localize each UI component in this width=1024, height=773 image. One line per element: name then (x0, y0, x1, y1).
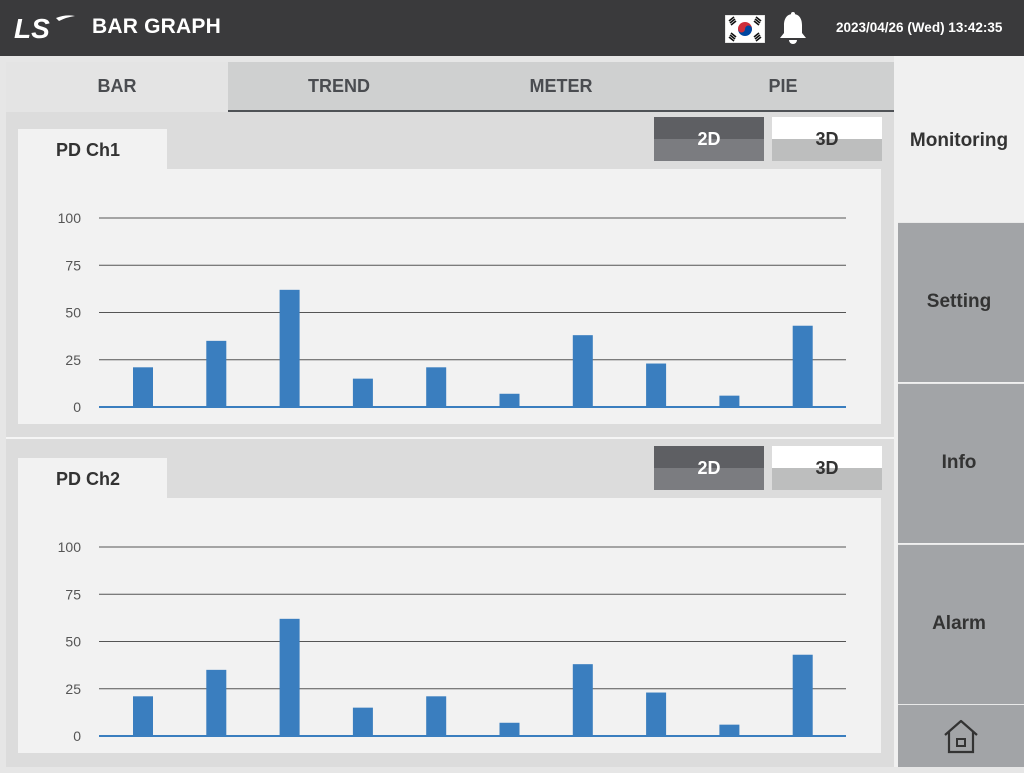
bar (426, 696, 447, 736)
bar (719, 724, 740, 736)
info-button[interactable]: Info (898, 383, 1024, 543)
page-title: BAR GRAPH (92, 15, 221, 38)
alarm-button[interactable]: Alarm (898, 544, 1024, 704)
korea-flag-icon[interactable] (725, 15, 765, 43)
tab-meter[interactable]: METER (450, 62, 672, 110)
tab-bar-graph[interactable]: BAR (6, 62, 228, 112)
bar-chart-1: 0 25 50 75 100 (18, 169, 881, 424)
bar-chart-2: 0 25 50 75 100 (18, 498, 881, 753)
bar (792, 325, 813, 407)
bar (279, 289, 300, 407)
bar-chart-svg-2: 0 25 50 75 100 (58, 539, 846, 744)
bar (426, 367, 447, 407)
y-tick-label: 50 (65, 305, 81, 321)
home-button[interactable] (898, 704, 1024, 767)
setting-button[interactable]: Setting (898, 222, 1024, 382)
y-tick-label: 75 (65, 586, 81, 602)
bar (206, 669, 227, 736)
bell-icon[interactable] (777, 11, 809, 45)
ls-logo: LS (14, 13, 75, 44)
channel-tab-2[interactable]: PD Ch2 (18, 458, 167, 498)
setting-button-label: Setting (926, 291, 992, 312)
toggle-3d-button-1[interactable]: 3D (772, 117, 882, 161)
bar (792, 654, 813, 736)
y-tick-label: 0 (73, 399, 81, 415)
alarm-button-label: Alarm (932, 613, 986, 634)
bar (572, 664, 593, 736)
bar (133, 367, 153, 407)
svg-text:LS: LS (14, 13, 50, 44)
y-tick-label: 25 (65, 681, 81, 697)
bar (646, 692, 667, 736)
y-tick-label: 75 (65, 257, 81, 273)
home-icon (944, 719, 978, 754)
bar (279, 618, 300, 736)
y-tick-label: 100 (58, 210, 82, 226)
tab-trend[interactable]: TREND (228, 62, 450, 110)
bar (572, 335, 593, 407)
bar (719, 395, 740, 407)
info-button-label: Info (941, 452, 977, 473)
y-tick-label: 0 (73, 728, 81, 744)
right-sidebar: Monitoring Setting Info Alarm (894, 56, 1024, 767)
monitoring-label: Monitoring (909, 130, 1009, 151)
toggle-2d-button-1[interactable]: 2D (654, 117, 764, 161)
toggle-3d-button-2[interactable]: 3D (772, 446, 882, 490)
panel-divider (6, 437, 894, 439)
bar (133, 696, 153, 736)
bar-chart-svg-1: 0 25 50 75 100 (58, 210, 846, 415)
y-tick-label: 25 (65, 352, 81, 368)
y-tick-label: 50 (65, 634, 81, 650)
y-tick-label: 100 (58, 539, 82, 555)
bar (499, 393, 520, 407)
top-header: LS BAR GRAPH 2023/04/26 (Wed) 13:42:35 (0, 0, 1024, 56)
channel-tab-1[interactable]: PD Ch1 (18, 129, 167, 169)
channel-panel-1: PD Ch1 2D 3D 0 25 50 75 100 (12, 117, 887, 439)
bar (646, 363, 667, 407)
channel-panel-2: PD Ch2 2D 3D 0 25 50 75 100 (12, 446, 887, 768)
tab-pie[interactable]: PIE (672, 62, 894, 110)
bar (206, 340, 227, 407)
bar (352, 378, 373, 407)
bar (352, 707, 373, 736)
datetime-display: 2023/04/26 (Wed) 13:42:35 (836, 20, 1003, 35)
tab-bar: BAR TREND METER PIE (6, 62, 894, 112)
bar (499, 722, 520, 736)
main-area: BAR TREND METER PIE PD Ch1 2D 3D 0 25 50 75… (6, 62, 894, 767)
toggle-2d-button-2[interactable]: 2D (654, 446, 764, 490)
